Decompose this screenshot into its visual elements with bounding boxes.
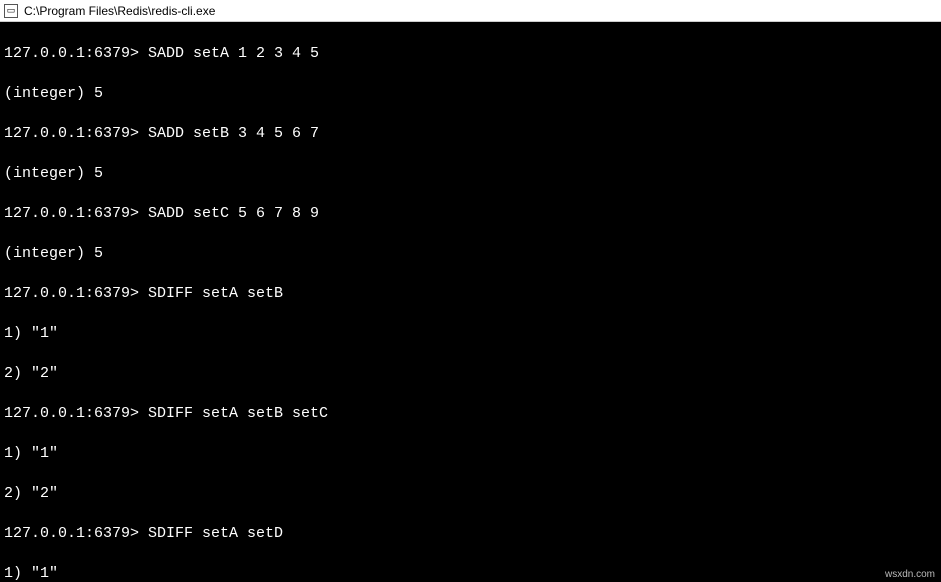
- terminal-line: 127.0.0.1:6379> SADD setC 5 6 7 8 9: [4, 204, 937, 224]
- watermark: wsxdn.com: [885, 569, 935, 580]
- titlebar[interactable]: ▭ C:\Program Files\Redis\redis-cli.exe: [0, 0, 941, 22]
- terminal-line: 127.0.0.1:6379> SDIFF setA setB setC: [4, 404, 937, 424]
- terminal-line: 1) "1": [4, 324, 937, 344]
- terminal-line: 127.0.0.1:6379> SADD setB 3 4 5 6 7: [4, 124, 937, 144]
- app-icon: ▭: [4, 4, 18, 18]
- terminal-line: 127.0.0.1:6379> SADD setA 1 2 3 4 5: [4, 44, 937, 64]
- terminal-line: (integer) 5: [4, 84, 937, 104]
- terminal-line: 2) "2": [4, 364, 937, 384]
- terminal-line: 127.0.0.1:6379> SDIFF setA setD: [4, 524, 937, 544]
- terminal-line: 1) "1": [4, 564, 937, 582]
- terminal-line: (integer) 5: [4, 164, 937, 184]
- window-title: C:\Program Files\Redis\redis-cli.exe: [24, 4, 215, 18]
- terminal-line: 1) "1": [4, 444, 937, 464]
- terminal-area[interactable]: 127.0.0.1:6379> SADD setA 1 2 3 4 5 (int…: [0, 22, 941, 582]
- terminal-line: (integer) 5: [4, 244, 937, 264]
- terminal-line: 127.0.0.1:6379> SDIFF setA setB: [4, 284, 937, 304]
- terminal-line: 2) "2": [4, 484, 937, 504]
